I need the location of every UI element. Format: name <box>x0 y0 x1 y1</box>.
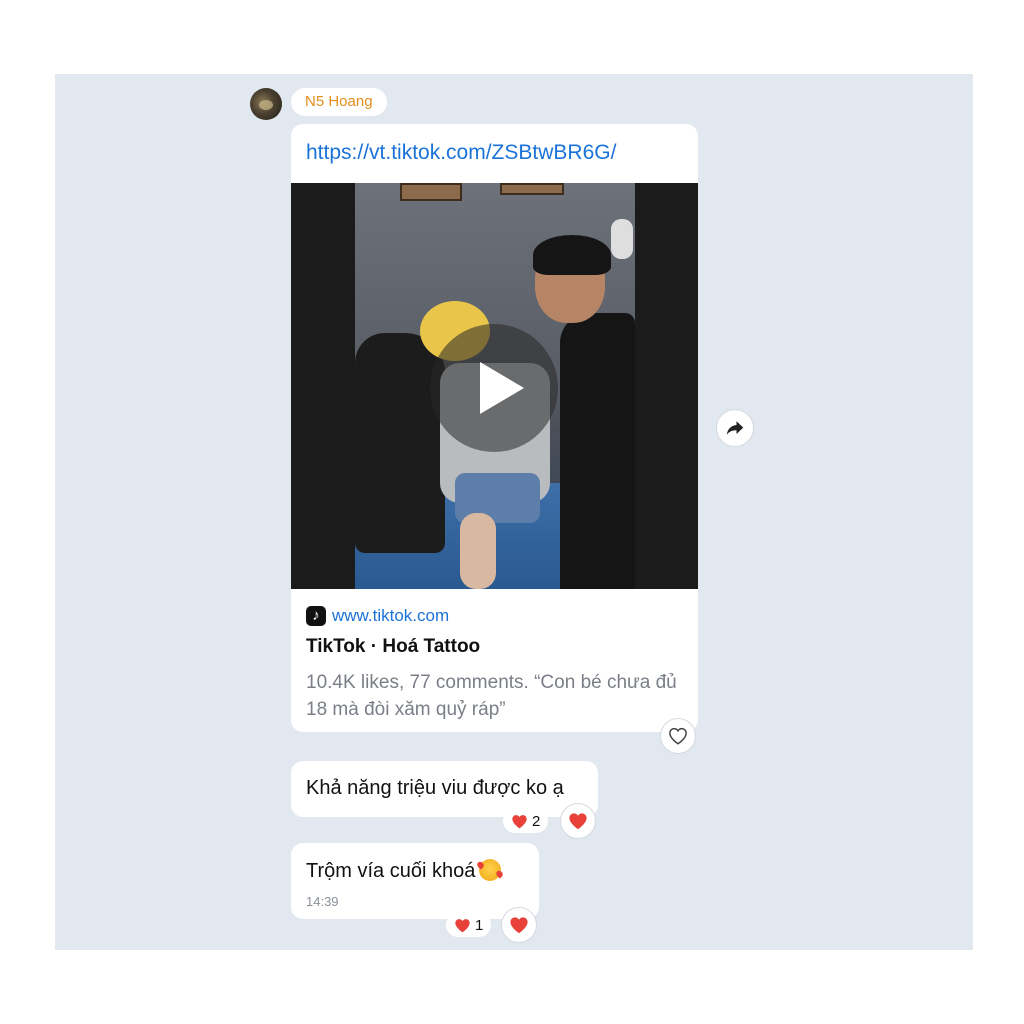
reaction-count: 1 <box>475 916 484 934</box>
heart-icon <box>510 917 528 934</box>
reaction-count: 2 <box>532 812 541 830</box>
reaction-summary[interactable]: 1 <box>446 913 492 937</box>
sender-name[interactable]: N5 Hoang <box>291 88 387 116</box>
message-bubble[interactable]: Khả năng triệu viu được ko ạ <box>291 761 598 817</box>
reaction-summary[interactable]: 2 <box>503 809 549 833</box>
message-text: Trộm vía cuối khoá <box>306 859 502 883</box>
react-button[interactable] <box>501 907 537 943</box>
tiktok-icon: ♪ <box>306 606 326 626</box>
react-button[interactable] <box>560 803 596 839</box>
message-time: 14:39 <box>306 894 339 909</box>
link-preview-card[interactable]: https://vt.tiktok.com/ZSBtwBR6G/ ♪ www.t… <box>291 124 698 732</box>
avatar[interactable] <box>250 88 282 120</box>
heart-icon <box>512 814 527 828</box>
share-button[interactable] <box>716 409 754 447</box>
heart-outline-icon <box>669 727 687 745</box>
link-title: TikTok · Hoá Tattoo <box>306 636 481 657</box>
heart-icon <box>455 918 470 932</box>
source-domain[interactable]: www.tiktok.com <box>332 606 449 626</box>
link-description: 10.4K likes, 77 comments. “Con bé chưa đ… <box>306 672 677 720</box>
smiling-face-with-hearts-icon <box>479 859 502 881</box>
link-url[interactable]: https://vt.tiktok.com/ZSBtwBR6G/ <box>306 141 616 165</box>
heart-icon <box>569 813 587 830</box>
play-icon[interactable] <box>430 324 558 452</box>
source-row: ♪ www.tiktok.com <box>306 605 449 627</box>
share-arrow-icon <box>726 421 744 435</box>
message-text: Khả năng triệu viu được ko ạ <box>306 777 564 799</box>
video-thumbnail[interactable] <box>291 183 698 589</box>
react-button[interactable] <box>660 718 696 754</box>
message-bubble[interactable]: Trộm vía cuối khoá 14:39 <box>291 843 539 919</box>
